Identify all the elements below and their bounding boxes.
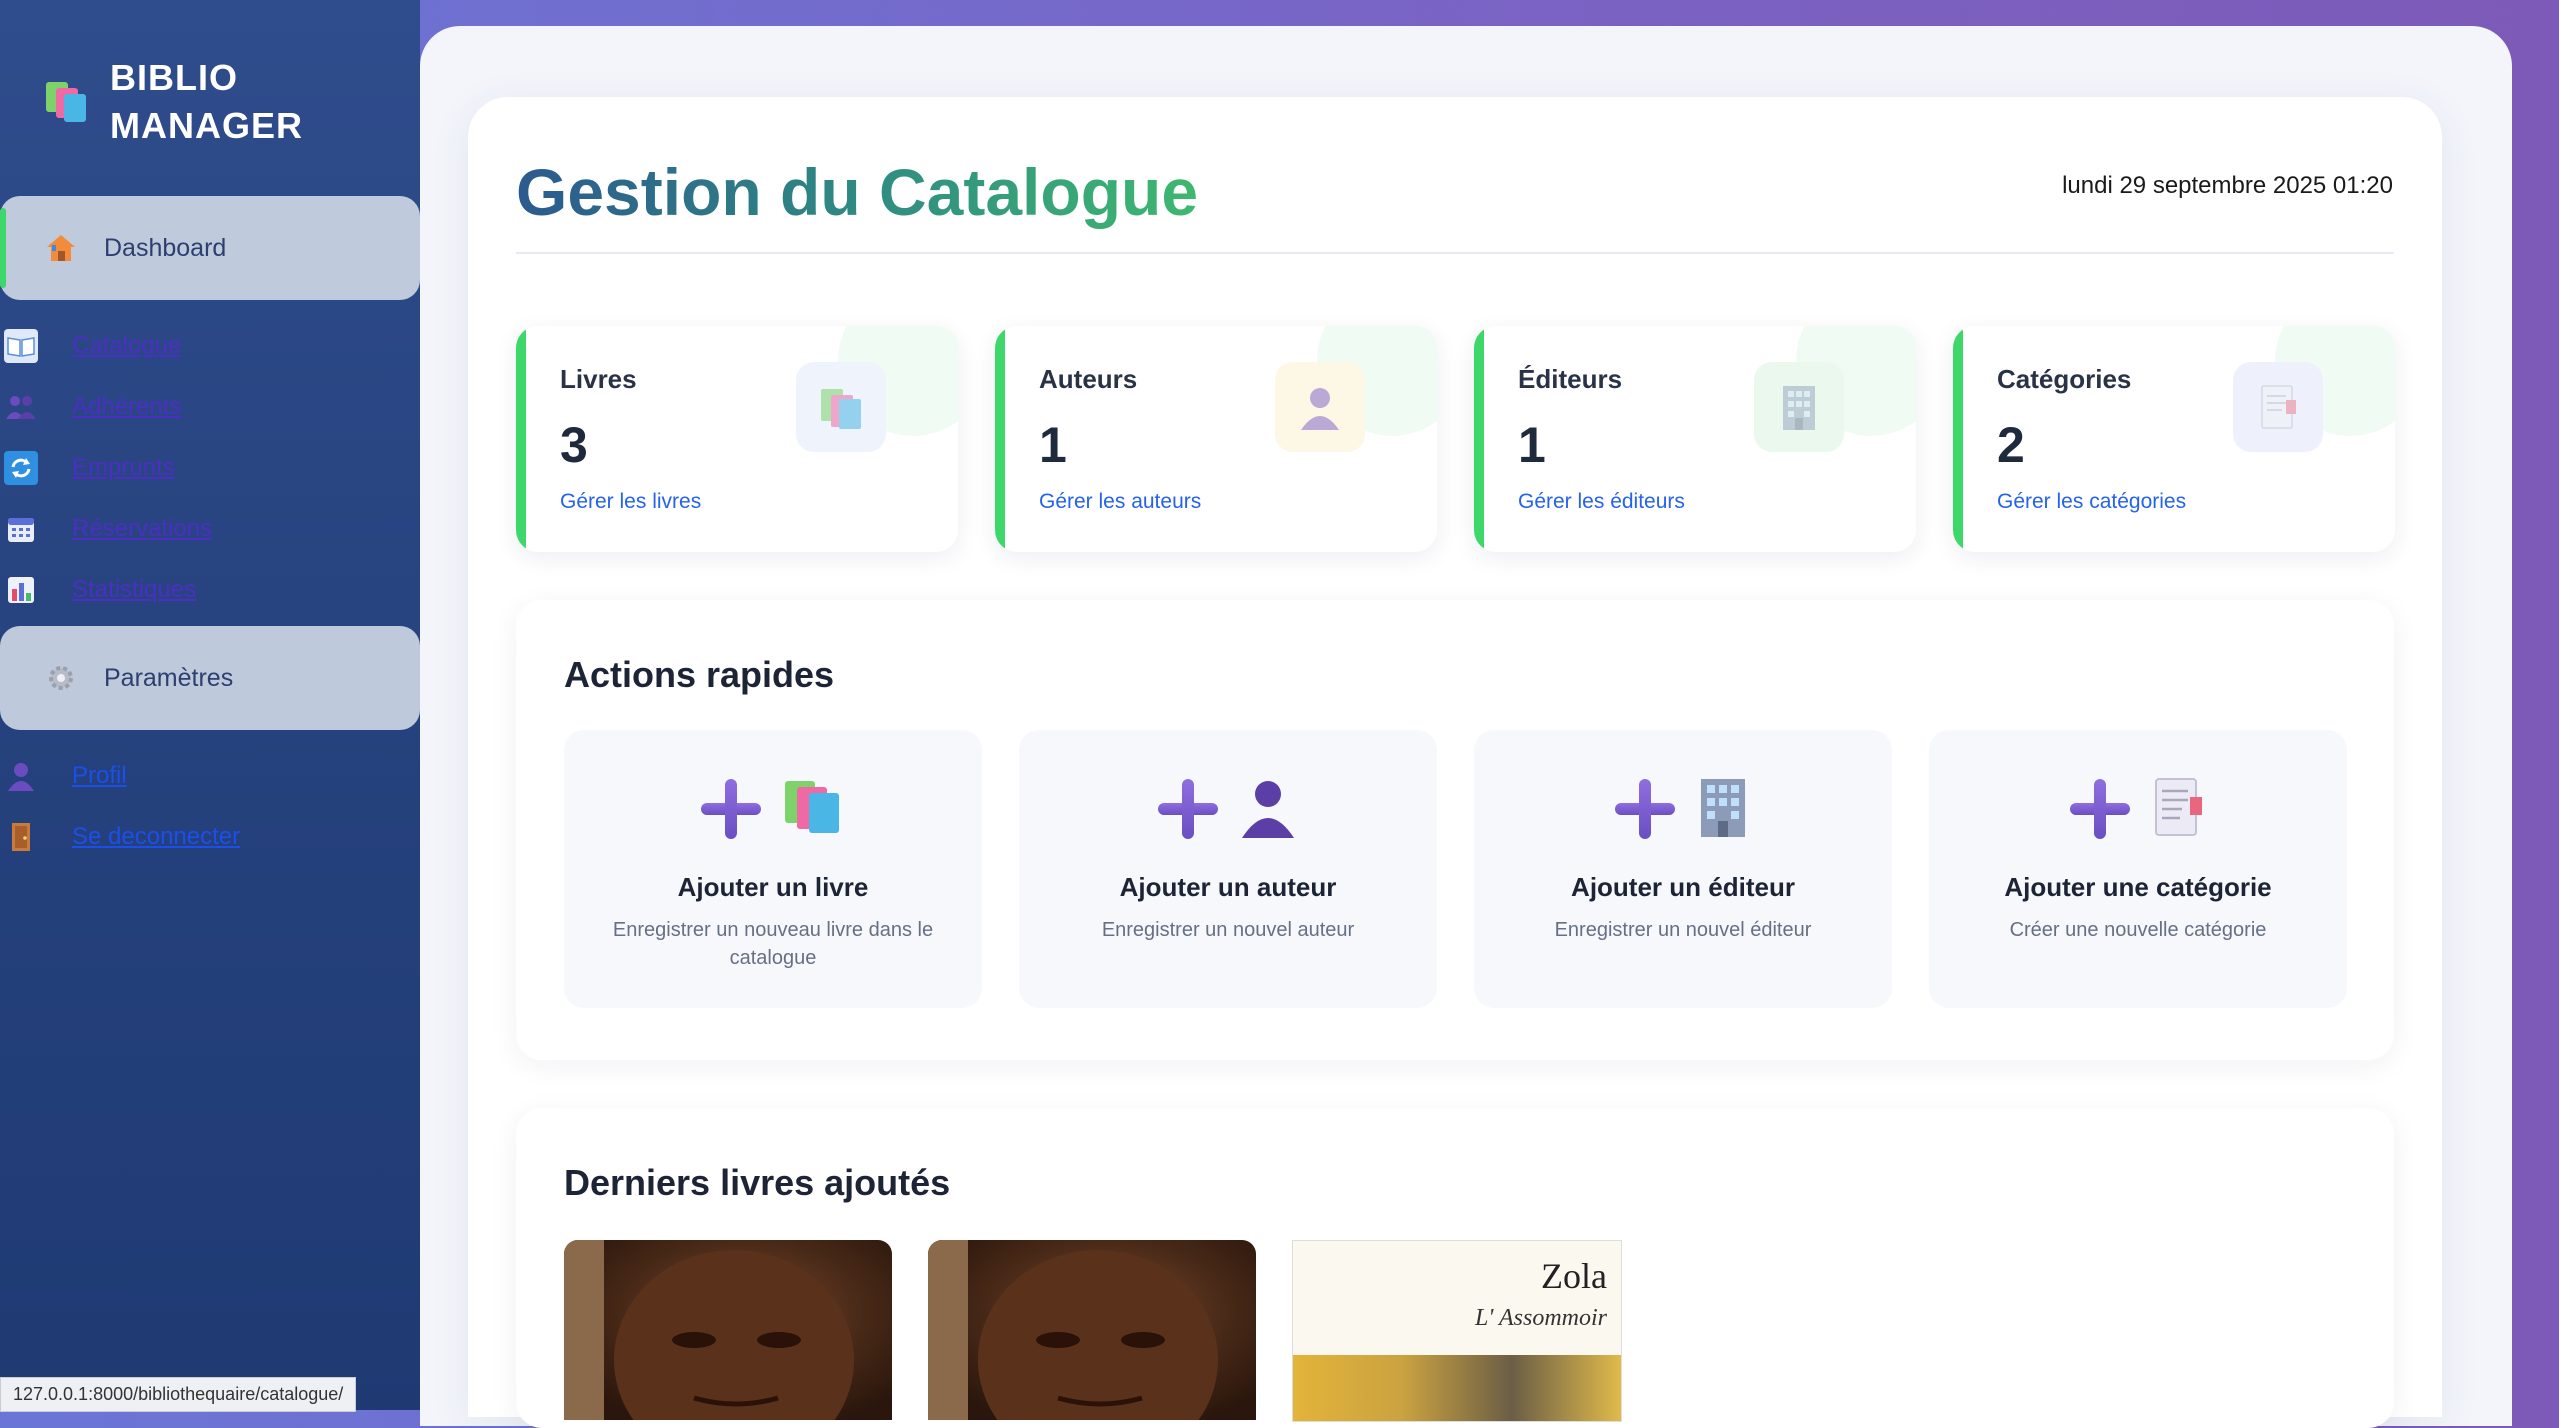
card-accent xyxy=(516,326,526,552)
stat-value: 1 xyxy=(1039,417,1067,473)
stat-label: Catégories xyxy=(1997,364,2132,394)
sidebar-item-emprunts[interactable]: Emprunts xyxy=(0,448,175,488)
sidebar-item-label[interactable]: Profil xyxy=(72,762,127,790)
bookmark-document-icon xyxy=(2150,775,2206,844)
books-icon xyxy=(796,362,886,452)
stat-value: 2 xyxy=(1997,417,2025,473)
stat-label: Livres xyxy=(560,364,637,394)
action-description: Enregistrer un nouveau livre dans le cat… xyxy=(612,919,934,969)
people-icon xyxy=(4,390,38,424)
sidebar-item-label[interactable]: Se deconnecter xyxy=(72,823,240,851)
stat-card-editeurs: Éditeurs 1 Gérer les éditeurs xyxy=(1474,326,1916,552)
card-accent xyxy=(1474,326,1484,552)
sidebar-item-profil[interactable]: Profil xyxy=(0,756,127,796)
calendar-icon xyxy=(4,512,38,546)
manage-publishers-link[interactable]: Gérer les éditeurs xyxy=(1518,490,1685,514)
book-author: Zola xyxy=(1541,1256,1607,1296)
sidebar-item-label[interactable]: Réservations xyxy=(72,515,212,543)
bar-chart-icon xyxy=(4,573,38,607)
status-url: 127.0.0.1:8000/bibliothequaire/catalogue… xyxy=(0,1377,357,1412)
action-description: Enregistrer un nouvel auteur xyxy=(1101,919,1355,941)
add-book-card[interactable]: Ajouter un livre Enregistrer un nouveau … xyxy=(564,730,982,1008)
brand-name: BIBLIO MANAGER xyxy=(110,57,303,146)
plus-icon xyxy=(1615,779,1675,839)
card-accent xyxy=(1953,326,1963,552)
sidebar-item-logout[interactable]: Se deconnecter xyxy=(0,817,240,857)
book-cover[interactable] xyxy=(564,1240,892,1420)
plus-icon xyxy=(2070,779,2130,839)
refresh-icon xyxy=(4,451,38,485)
action-title: Ajouter une catégorie xyxy=(2004,872,2272,902)
plus-icon xyxy=(1158,779,1218,839)
door-icon xyxy=(4,820,38,854)
stat-label: Auteurs xyxy=(1039,364,1138,394)
plus-icon xyxy=(701,779,761,839)
books-icon xyxy=(44,78,90,124)
sidebar-item-catalogue[interactable]: Catalogue xyxy=(0,326,181,366)
sidebar-item-adherents[interactable]: Adhérents xyxy=(0,387,181,427)
cover-illustration xyxy=(1293,1355,1621,1421)
active-indicator xyxy=(0,208,6,288)
person-icon xyxy=(1275,362,1365,452)
section-title: Actions rapides xyxy=(564,654,835,695)
sidebar-item-parametres[interactable]: Paramètres xyxy=(0,626,420,730)
stat-value: 3 xyxy=(560,417,588,473)
bookmark-document-icon xyxy=(2233,362,2323,452)
person-icon xyxy=(1238,776,1298,843)
action-description: Enregistrer un nouvel éditeur xyxy=(1554,919,1812,941)
add-author-card[interactable]: Ajouter un auteur Enregistrer un nouvel … xyxy=(1019,730,1437,1008)
add-publisher-card[interactable]: Ajouter un éditeur Enregistrer un nouvel… xyxy=(1474,730,1892,1008)
stat-card-categories: Catégories 2 Gérer les catégories xyxy=(1953,326,2395,552)
book-cover[interactable] xyxy=(928,1240,1256,1420)
building-icon xyxy=(1695,775,1751,844)
user-icon xyxy=(4,759,38,793)
action-description: Créer une nouvelle catégorie xyxy=(2009,919,2267,941)
action-title: Ajouter un auteur xyxy=(1119,872,1337,902)
sidebar-item-label: Dashboard xyxy=(104,233,227,262)
stat-label: Éditeurs xyxy=(1518,364,1623,394)
current-datetime: lundi 29 septembre 2025 01:20 xyxy=(2062,172,2393,199)
house-icon xyxy=(44,231,78,265)
manage-authors-link[interactable]: Gérer les auteurs xyxy=(1039,490,1201,514)
sidebar-item-dashboard[interactable]: Dashboard xyxy=(0,196,420,300)
sidebar-item-label: Paramètres xyxy=(104,663,234,692)
page-title: Gestion du Catalogue xyxy=(516,152,1198,232)
building-icon xyxy=(1754,362,1844,452)
books-icon xyxy=(781,777,845,842)
manage-books-link[interactable]: Gérer les livres xyxy=(560,490,701,514)
action-title: Ajouter un éditeur xyxy=(1571,872,1795,902)
add-category-card[interactable]: Ajouter une catégorie Créer une nouvelle… xyxy=(1929,730,2347,1008)
sidebar-item-reservations[interactable]: Réservations xyxy=(0,509,212,549)
section-title: Derniers livres ajoutés xyxy=(564,1162,951,1203)
book-cover-assommoir[interactable]: Zola L' Assommoir xyxy=(1292,1240,1622,1422)
header-divider xyxy=(516,252,2394,254)
manage-categories-link[interactable]: Gérer les catégories xyxy=(1997,490,2186,514)
gear-icon xyxy=(44,661,78,695)
sidebar: BIBLIO MANAGER Dashboard Catalogue Adhér… xyxy=(0,0,420,1412)
quick-actions-panel: Actions rapides Ajouter un livre Enregis… xyxy=(516,600,2394,1060)
sidebar-item-label[interactable]: Catalogue xyxy=(72,332,181,360)
sidebar-item-statistiques[interactable]: Statistiques xyxy=(0,570,196,610)
brand[interactable]: BIBLIO MANAGER xyxy=(44,54,303,150)
sidebar-item-label[interactable]: Adhérents xyxy=(72,393,181,421)
stat-value: 1 xyxy=(1518,417,1546,473)
action-title: Ajouter un livre xyxy=(677,872,869,902)
stat-card-livres: Livres 3 Gérer les livres xyxy=(516,326,958,552)
sidebar-item-label[interactable]: Statistiques xyxy=(72,576,196,604)
open-book-icon xyxy=(4,329,38,363)
stat-card-auteurs: Auteurs 1 Gérer les auteurs xyxy=(995,326,1437,552)
card-accent xyxy=(995,326,1005,552)
book-title: L' Assommoir xyxy=(1474,1305,1607,1331)
sidebar-item-label[interactable]: Emprunts xyxy=(72,454,175,482)
